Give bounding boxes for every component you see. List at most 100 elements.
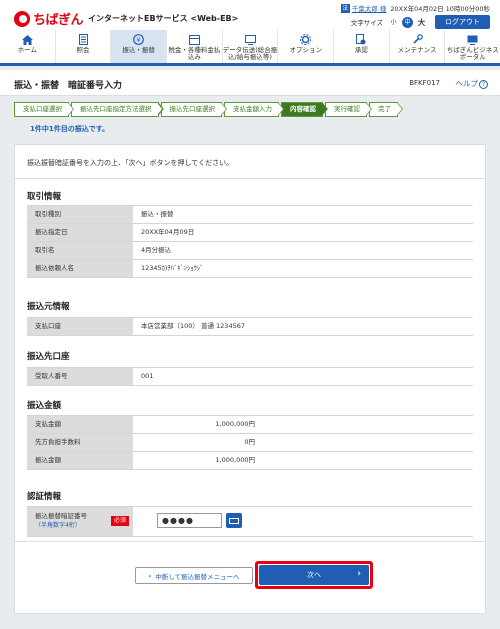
nav-item-inquiry[interactable]: 照会	[56, 30, 112, 63]
keyboard-icon	[229, 517, 239, 524]
pin-label-cell: 振込振替暗証番号 （半角数字4桁） 必須	[27, 507, 133, 536]
nav-item-business-portal[interactable]: ちばぎんビジネスポータル	[445, 30, 500, 63]
maintenance-icon	[410, 34, 424, 45]
nav-item-data-transmission[interactable]: データ伝送(総合振込/給与振込等)	[223, 30, 279, 63]
table-row: 振込指定日 20XX年04月09日	[27, 224, 473, 242]
next-button-label: 次へ	[307, 571, 321, 579]
table-row: 振込振替暗証番号 （半角数字4桁） 必須 ●●●●	[27, 507, 473, 537]
logout-button[interactable]: ログアウト	[435, 15, 490, 29]
login-time: 20XX年04月02日 10時00分00秒	[390, 5, 490, 13]
table-row: 振込依頼人名 12345ｶ)ﾁﾊﾞｷﾞﾝｼｮｳｼﾞ	[27, 260, 473, 278]
nav-label: ホーム	[17, 46, 37, 54]
row-label: 支払口座	[27, 318, 133, 335]
portal-icon	[466, 34, 480, 45]
help-question-icon: ?	[479, 80, 488, 89]
nav-label: 税金・各種料金払込み	[168, 46, 221, 61]
inquiry-icon	[76, 34, 90, 45]
row-label: 受取人番号	[27, 368, 133, 385]
row-label: 取引名	[27, 242, 133, 259]
logo[interactable]: ちばぎん インターネットEBサービス <Web-EB>	[14, 9, 238, 28]
user-name-link[interactable]: 千葉太郎 様	[352, 3, 387, 13]
step-content-confirm: 内容確認	[281, 102, 328, 117]
row-label: 振込依頼人名	[27, 260, 133, 277]
amount-table: 支払金額 1,000,000円 先方負担手数料 0円 振込金額 1,000,00…	[27, 415, 473, 470]
nav-label: データ伝送(総合振込/給与振込等)	[222, 46, 278, 61]
step-complete: 完了	[369, 102, 403, 117]
progress-count-text: 1件中1件目の振込です。	[30, 125, 110, 133]
nav-item-transfer[interactable]: ¥ 振込・振替	[111, 30, 168, 63]
row-label: 振込金額	[27, 452, 133, 469]
row-value: 振込・振替	[141, 210, 174, 218]
svg-text:¥: ¥	[137, 36, 141, 44]
table-row: 先方負担手数料 0円	[27, 434, 473, 452]
screen-id: BFKF017	[409, 79, 440, 87]
progress-steps: 支払口座選択 振込先口座指定方法選択 振込先口座選択 支払金額入力 内容確認 実…	[14, 102, 403, 117]
row-value: 001	[141, 372, 154, 380]
nav-item-home[interactable]: ホーム	[0, 30, 56, 63]
nav-label: 照会	[76, 46, 90, 54]
row-value: 1,000,000円	[215, 420, 255, 428]
step-destination-method: 振込先口座指定方法選択	[71, 102, 163, 117]
text-size-large-button[interactable]: 大	[416, 16, 427, 28]
title-bar: 振込・振替 暗証番号入力 BFKF017 ヘルプ?	[0, 70, 500, 96]
nav-label: 振込・振替	[122, 46, 155, 54]
page-title: 振込・振替 暗証番号入力	[14, 81, 123, 91]
section-title-auth: 認証情報	[27, 492, 62, 502]
transfer-icon: ¥	[132, 34, 146, 45]
back-button-label: 中断して振込振替メニューへ	[155, 572, 240, 581]
nav-item-maintenance[interactable]: メンテナンス	[390, 30, 446, 63]
row-value: 0円	[244, 438, 255, 446]
service-name: インターネットEBサービス <Web-EB>	[88, 14, 239, 23]
table-row: 支払金額 1,000,000円	[27, 416, 473, 434]
row-value: 4月分振込	[141, 246, 172, 254]
tax-payment-icon	[187, 34, 201, 45]
destination-table: 受取人番号 001	[27, 367, 473, 386]
text-size-label: 文字サイズ	[350, 19, 383, 27]
nav-label: メンテナンス	[397, 46, 437, 54]
row-label: 振込指定日	[27, 224, 133, 241]
text-size-medium-button[interactable]: 中	[402, 16, 413, 28]
nav-item-tax-payment[interactable]: 税金・各種料金払込み	[167, 30, 223, 63]
table-row: 受取人番号 001	[27, 368, 473, 386]
next-button[interactable]: 次へ ›	[259, 565, 369, 585]
row-label: 取引種別	[27, 206, 133, 223]
nav-item-approval[interactable]: 承認	[334, 30, 390, 63]
table-row: 取引名 4月分振込	[27, 242, 473, 260]
section-title-destination: 振込先口座	[27, 352, 70, 362]
nav-item-option[interactable]: オプション	[278, 30, 335, 63]
nav-label: 承認	[354, 46, 368, 54]
required-badge: 必須	[110, 516, 129, 526]
section-title-source: 振込元情報	[27, 302, 70, 312]
user-info: 法 千葉太郎 様 20XX年04月02日 10時00分00秒	[340, 3, 490, 13]
divider	[15, 178, 485, 179]
header: ちばぎん インターネットEBサービス <Web-EB> 法 千葉太郎 様 20X…	[0, 0, 500, 30]
section-title-transaction: 取引情報	[27, 192, 62, 202]
home-icon	[20, 34, 34, 45]
bank-logo-icon	[14, 10, 30, 27]
text-size-control: 文字サイズ 小 中 大 ログアウト	[351, 15, 490, 29]
chevron-left-icon: ‹	[148, 571, 152, 580]
step-source-account: 支払口座選択	[14, 102, 74, 117]
row-value: 本店営業部（100） 普通 1234567	[141, 322, 245, 330]
back-to-transfer-menu-button[interactable]: ‹ 中断して振込振替メニューへ	[135, 567, 253, 584]
option-icon	[299, 34, 313, 45]
help-label: ヘルプ	[455, 79, 479, 88]
text-size-small-button[interactable]: 小	[388, 16, 399, 28]
instruction-text: 振込振替暗証番号を入力の上、「次へ」ボタンを押してください。	[27, 159, 234, 167]
table-row: 取引種別 振込・振替	[27, 206, 473, 224]
step-destination-account: 振込先口座選択	[160, 102, 227, 117]
pin-input[interactable]: ●●●●	[157, 513, 222, 528]
row-value: 1,000,000円	[215, 456, 255, 464]
table-row: 支払口座 本店営業部（100） 普通 1234567	[27, 318, 473, 336]
divider	[15, 541, 485, 542]
nav-label: オプション	[289, 46, 322, 54]
auth-table: 振込振替暗証番号 （半角数字4桁） 必須 ●●●●	[27, 506, 473, 537]
chevron-right-icon: ›	[357, 569, 361, 579]
help-link[interactable]: ヘルプ?	[455, 78, 488, 89]
corporate-user-icon: 法	[340, 3, 350, 13]
section-title-amount: 振込金額	[27, 401, 62, 411]
nav-label: ちばぎんビジネスポータル	[446, 46, 499, 61]
software-keyboard-button[interactable]	[226, 513, 242, 528]
transaction-info-table: 取引種別 振込・振替 振込指定日 20XX年04月09日 取引名 4月分振込 振…	[27, 205, 473, 278]
main-nav: ホーム 照会 ¥ 振込・振替 税金・各種料金払込み データ伝送(総合振込/給与振…	[0, 30, 500, 66]
